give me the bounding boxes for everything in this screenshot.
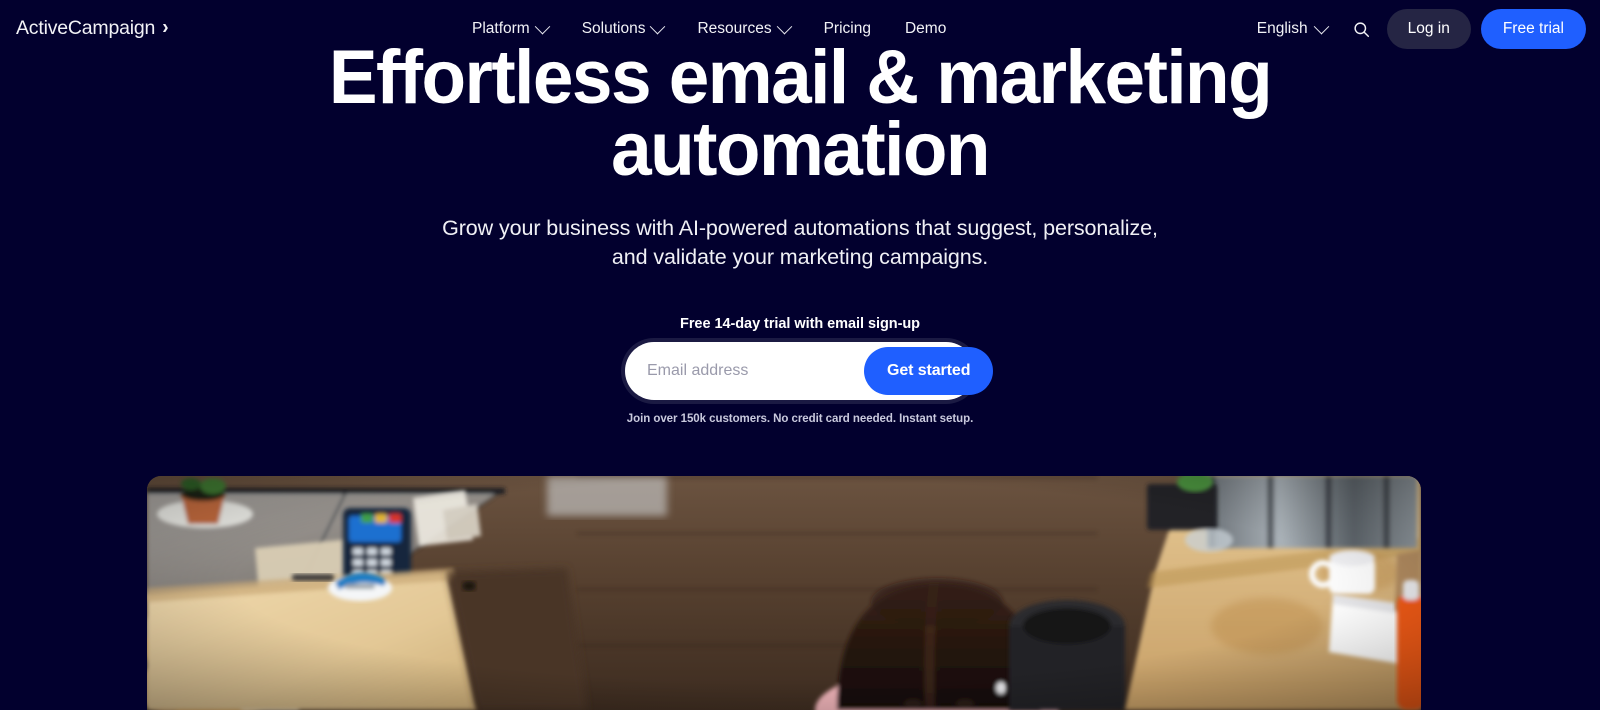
free-trial-button[interactable]: Free trial [1480,9,1586,49]
email-input[interactable] [625,347,864,396]
nav-item-pricing-label: Pricing [823,20,871,37]
site-header: ActiveCampaign › Platform Solutions Reso… [0,0,1600,58]
chevron-down-icon [534,18,550,34]
signup-fineprint: Join over 150k customers. No credit card… [626,413,974,426]
headline-line-2: automation [611,107,990,193]
search-icon [1354,21,1370,37]
get-started-button[interactable]: Get started [864,347,994,396]
subheading-line-2: and validate your marketing campaigns. [611,245,989,270]
activecampaign-logo[interactable]: ActiveCampaign › [16,17,169,40]
login-button-label: Log in [1407,20,1450,37]
nav-item-demo-label: Demo [904,20,947,37]
nav-item-resources-label: Resources [697,20,772,37]
nav-item-pricing[interactable]: Pricing [807,0,888,58]
login-button[interactable]: Log in [1386,9,1471,49]
language-selector[interactable]: English [1243,0,1341,58]
nav-item-resources[interactable]: Resources [680,0,806,58]
chevron-down-icon [1313,18,1329,34]
hero-section: Effortless email & marketing automation … [0,0,1600,426]
chevron-down-icon [776,18,792,34]
cafe-counter-photo [147,476,1421,710]
chevron-down-icon [650,18,666,34]
nav-item-solutions-label: Solutions [581,20,646,37]
nav-item-platform[interactable]: Platform [472,0,565,58]
landing-page: ActiveCampaign › Platform Solutions Reso… [0,0,1600,710]
nav-item-solutions[interactable]: Solutions [565,0,681,58]
main-navigation: Platform Solutions Resources Pricing Dem… [472,0,963,58]
search-button[interactable] [1341,0,1383,58]
hero-image [147,476,1421,710]
language-selector-label: English [1256,20,1308,37]
signup-form-label: Free 14-day trial with email sign-up [680,316,920,333]
subheading-line-1: Grow your business with AI-powered autom… [442,216,1158,241]
page-title: Effortless email & marketing automation [32,40,1568,188]
nav-item-platform-label: Platform [472,20,530,37]
logo-wordmark: ActiveCampaign [16,17,156,39]
hero-subheading: Grow your business with AI-powered autom… [0,214,1600,272]
nav-item-demo[interactable]: Demo [888,0,963,58]
free-trial-button-label: Free trial [1502,20,1564,37]
header-actions: English Log in Free trial [1243,0,1586,58]
logo-chevron-icon: › [162,16,169,39]
email-signup-form: Get started [625,342,994,401]
